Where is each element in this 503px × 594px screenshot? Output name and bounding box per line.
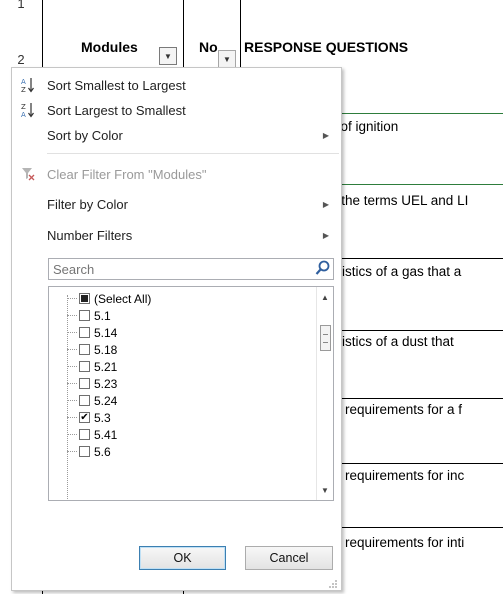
header-response-questions[interactable]: RESPONSE QUESTIONS <box>244 39 408 55</box>
menu-label: Sort by Color <box>47 127 123 143</box>
list-item[interactable]: 5.21 <box>49 358 314 375</box>
cell-response[interactable]: nt requirements for inc <box>330 468 503 483</box>
list-item[interactable]: 5.23 <box>49 375 314 392</box>
menu-label: Clear Filter From "Modules" <box>47 166 207 182</box>
list-item-label: 5.18 <box>94 342 118 357</box>
menu-label: Number Filters <box>47 227 133 243</box>
scroll-down-icon[interactable]: ▼ <box>317 482 333 498</box>
list-item[interactable]: ✔ 5.3 <box>49 409 314 426</box>
list-item-label: 5.3 <box>94 410 111 425</box>
tree-line <box>67 451 77 452</box>
scroll-thumb[interactable] <box>320 325 331 351</box>
gridline <box>240 0 241 68</box>
list-item-label: 5.21 <box>94 359 118 374</box>
tree-line <box>67 366 77 367</box>
submenu-arrow-icon: ▶ <box>322 130 329 140</box>
filter-dropdown-icon: ▼ <box>164 51 172 61</box>
menu-sort-descending[interactable]: ZA Sort Largest to Smallest <box>12 98 341 122</box>
list-item-label: 5.23 <box>94 376 118 391</box>
cancel-button[interactable]: Cancel <box>245 546 333 570</box>
cell-response[interactable]: nt requirements for a f <box>330 402 503 417</box>
sort-ascending-icon: AZ <box>21 77 35 94</box>
list-item-label: 5.6 <box>94 444 111 459</box>
list-item[interactable]: 5.24 <box>49 392 314 409</box>
tree-line <box>67 400 77 401</box>
tree-line <box>67 298 77 299</box>
search-input[interactable] <box>48 258 334 280</box>
cell-response[interactable]: s of ignition <box>330 119 503 134</box>
cell-response[interactable]: nt requirements for inti <box>330 535 503 550</box>
checkbox[interactable] <box>79 378 90 389</box>
tree-line <box>67 417 77 418</box>
list-item[interactable]: 5.6 <box>49 443 314 460</box>
autofilter-dropdown: AZ Sort Smallest to Largest ZA Sort Larg… <box>11 67 342 591</box>
menu-number-filters[interactable]: Number Filters ▶ <box>12 223 341 247</box>
menu-label: Sort Largest to Smallest <box>47 102 186 118</box>
list-item[interactable]: 5.14 <box>49 324 314 341</box>
list-item[interactable]: 5.1 <box>49 307 314 324</box>
svg-text:Z: Z <box>21 86 26 93</box>
tree-line <box>67 383 77 384</box>
checkbox[interactable] <box>79 361 90 372</box>
checkbox[interactable] <box>79 429 90 440</box>
submenu-arrow-icon: ▶ <box>322 199 329 209</box>
list-item-label: 5.14 <box>94 325 118 340</box>
tree-line <box>67 434 77 435</box>
checkbox[interactable] <box>79 446 90 457</box>
header-no[interactable]: No <box>199 39 218 55</box>
filter-dropdown-icon: ▼ <box>223 54 231 64</box>
checkbox[interactable] <box>79 327 90 338</box>
checkbox[interactable]: ✔ <box>79 412 90 423</box>
menu-clear-filter: Clear Filter From "Modules" <box>12 162 341 186</box>
tree-line <box>67 349 77 350</box>
checkbox[interactable] <box>79 310 90 321</box>
row-number-2[interactable]: 2 <box>0 52 42 67</box>
row-number-1[interactable]: 1 <box>0 0 42 11</box>
tree-line <box>67 315 77 316</box>
menu-sort-by-color[interactable]: Sort by Color ▶ <box>12 123 341 147</box>
sort-descending-icon: ZA <box>21 102 35 119</box>
scroll-up-icon[interactable]: ▲ <box>317 289 333 305</box>
value-list[interactable]: (Select All) 5.1 5.14 5.18 5.21 5.23 5.24 ✔ 5.3 5… <box>48 286 334 501</box>
list-item-label: (Select All) <box>94 291 152 306</box>
list-item-label: 5.1 <box>94 308 111 323</box>
list-item-label: 5.41 <box>94 427 118 442</box>
list-item-label: 5.24 <box>94 393 118 408</box>
list-item[interactable]: (Select All) <box>49 290 314 307</box>
cell-response[interactable]: eristics of a dust that <box>330 334 503 349</box>
search-icon <box>314 259 332 279</box>
checkbox[interactable] <box>79 344 90 355</box>
checkbox[interactable] <box>79 293 90 304</box>
menu-separator <box>47 153 339 154</box>
menu-label: Filter by Color <box>47 196 128 212</box>
svg-text:Z: Z <box>21 103 26 111</box>
modules-filter-button[interactable]: ▼ <box>159 47 177 65</box>
list-item[interactable]: 5.18 <box>49 341 314 358</box>
clear-filter-icon <box>21 166 35 182</box>
cell-response[interactable]: n the terms UEL and LI <box>330 193 503 208</box>
menu-sort-ascending[interactable]: AZ Sort Smallest to Largest <box>12 73 341 97</box>
ok-button[interactable]: OK <box>139 546 226 570</box>
svg-text:A: A <box>21 111 26 118</box>
menu-label: Sort Smallest to Largest <box>47 77 186 93</box>
header-modules[interactable]: Modules <box>81 39 138 55</box>
tree-line <box>67 332 77 333</box>
list-scrollbar[interactable]: ▲ ▼ <box>316 287 333 500</box>
no-filter-button[interactable]: ▼ <box>218 50 236 68</box>
svg-text:A: A <box>21 78 26 86</box>
cell-response[interactable]: eristics of a gas that a <box>330 264 503 279</box>
checkbox[interactable] <box>79 395 90 406</box>
submenu-arrow-icon: ▶ <box>322 230 329 240</box>
resize-grip-icon[interactable] <box>328 577 338 588</box>
menu-filter-by-color[interactable]: Filter by Color ▶ <box>12 192 341 216</box>
list-item[interactable]: 5.41 <box>49 426 314 443</box>
